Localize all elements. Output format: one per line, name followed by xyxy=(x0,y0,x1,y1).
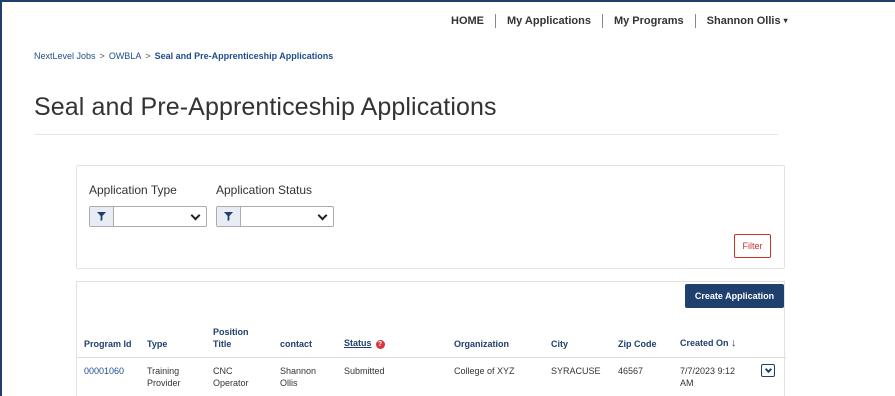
status-sort-link[interactable]: Status xyxy=(344,338,372,348)
filter-button[interactable]: Filter xyxy=(734,234,771,258)
filter-icon xyxy=(90,207,114,226)
title-divider xyxy=(34,134,778,135)
breadcrumb-current: Seal and Pre-Apprenticeship Applications xyxy=(154,51,334,61)
cell-program-id[interactable]: 00001060 xyxy=(84,365,124,377)
header-city: City xyxy=(551,339,569,349)
application-status-select[interactable] xyxy=(216,206,334,227)
user-menu[interactable]: Shannon Ollis ▾ xyxy=(696,14,799,28)
application-status-label: Application Status xyxy=(216,183,313,197)
cell-type-line2: Provider xyxy=(147,378,181,388)
cell-created-line2: AM xyxy=(680,378,694,388)
cell-position-title: CNC Operator xyxy=(213,365,249,389)
header-position-line2: Title xyxy=(213,339,232,349)
breadcrumb-separator: > xyxy=(99,51,105,61)
breadcrumb-nextlevel-jobs[interactable]: NextLevel Jobs xyxy=(34,51,96,61)
header-contact: contact xyxy=(280,339,313,349)
nav-home-link[interactable]: HOME xyxy=(440,14,495,28)
header-zip-code: Zip Code xyxy=(618,339,657,349)
top-navigation: HOME My Applications My Programs Shannon… xyxy=(440,14,799,28)
cell-status: Submitted xyxy=(344,366,385,376)
cell-contact-line2: Ollis xyxy=(280,378,298,388)
cell-created-line1: 7/7/2023 9:12 xyxy=(680,366,736,376)
chevron-down-icon xyxy=(317,210,328,221)
header-position-title: Position Title xyxy=(213,326,249,350)
caret-down-icon: ▾ xyxy=(783,16,788,25)
cell-contact-line1: Shannon xyxy=(280,366,317,376)
breadcrumb-separator: > xyxy=(145,51,151,61)
breadcrumb: NextLevel Jobs > OWBLA > Seal and Pre-Appren… xyxy=(34,51,333,61)
nav-my-applications-link[interactable]: My Applications xyxy=(496,14,602,28)
chevron-down-icon xyxy=(190,210,201,221)
create-application-button[interactable]: Create Application xyxy=(685,284,784,308)
header-status[interactable]: Status? xyxy=(344,337,385,349)
applications-table: Create Application Program Id Type Posit… xyxy=(76,281,786,396)
filter-panel: Application Type Application Status Filt… xyxy=(76,165,785,269)
sort-down-arrow-icon: ↓ xyxy=(731,337,737,349)
row-expand-button[interactable] xyxy=(761,364,775,377)
chevron-down-icon xyxy=(764,365,772,373)
header-program-id: Program Id xyxy=(84,339,132,349)
user-name: Shannon Ollis xyxy=(706,15,781,27)
header-created-on[interactable]: Created On ↓ xyxy=(680,337,737,349)
page-title: Seal and Pre-Apprenticeship Applications xyxy=(34,93,497,121)
nav-my-programs-link[interactable]: My Programs xyxy=(603,14,695,28)
filter-icon xyxy=(217,207,241,226)
cell-position-line1: CNC xyxy=(213,366,233,376)
breadcrumb-owbla[interactable]: OWBLA xyxy=(109,51,142,61)
cell-position-line2: Operator xyxy=(213,378,249,388)
application-type-select[interactable] xyxy=(89,206,207,227)
help-icon[interactable]: ? xyxy=(375,340,385,349)
cell-zip-code: 46567 xyxy=(618,366,644,376)
header-type: Type xyxy=(147,339,168,349)
header-divider xyxy=(77,357,786,358)
cell-organization: College of XYZ xyxy=(454,366,515,376)
cell-created-on: 7/7/2023 9:12 AM xyxy=(680,365,735,389)
cell-type: Training Provider xyxy=(147,365,181,389)
header-position-line1: Position xyxy=(213,327,249,337)
created-on-label: Created On xyxy=(680,338,729,348)
header-organization: Organization xyxy=(454,339,510,349)
cell-city: SYRACUSE xyxy=(551,366,601,376)
cell-type-line1: Training xyxy=(147,366,180,376)
cell-contact: Shannon Ollis xyxy=(280,365,316,389)
application-type-label: Application Type xyxy=(89,183,177,197)
